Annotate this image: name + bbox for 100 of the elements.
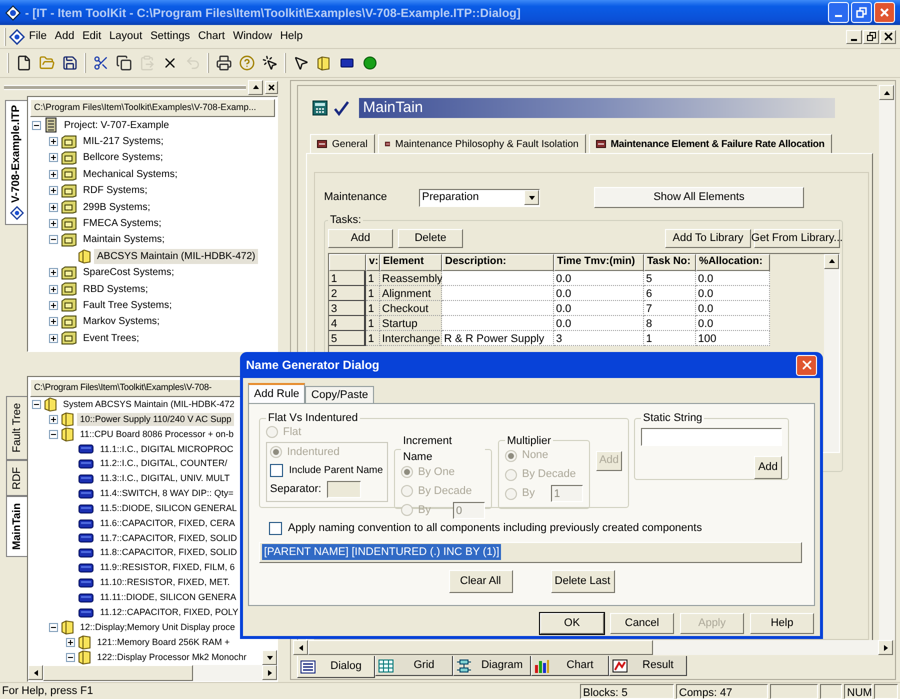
scroll-down-button[interactable] [262, 650, 277, 665]
scroll-right-button[interactable] [878, 640, 893, 655]
expander-icon[interactable] [49, 186, 58, 196]
expander-icon[interactable] [49, 430, 58, 439]
tree-item[interactable]: 11::CPU Board 8086 Processor + on-b [77, 428, 237, 442]
menu-item[interactable]: Chart [194, 28, 229, 45]
tree-item[interactable]: 11.1::I.C., DIGITAL MICROPROC [97, 442, 236, 456]
side-tab[interactable]: Fault Tree [6, 396, 27, 460]
scroll-right-button[interactable] [262, 665, 277, 680]
dialog-button[interactable]: OK [540, 613, 604, 634]
dropdown-arrow-button[interactable] [524, 190, 539, 205]
close-button[interactable] [796, 354, 817, 376]
scroll-left-button[interactable] [293, 640, 308, 655]
get-from-library-button[interactable]: Get From Library... [754, 228, 840, 248]
menu-item[interactable]: Help [276, 28, 307, 45]
mdi-minimize-button[interactable] [846, 30, 862, 44]
tree-item[interactable]: MIL-217 Systems; [80, 134, 167, 150]
mdi-close-button[interactable] [880, 30, 896, 44]
tree-item[interactable]: 299B Systems; [80, 200, 154, 215]
tab[interactable]: Copy/Paste [305, 386, 374, 403]
tree-item[interactable]: 10::Power Supply 110/240 V AC Supp [77, 412, 234, 426]
tab[interactable]: Maintenance Philosophy & Fault Isolation [378, 134, 586, 153]
tree-item[interactable]: 11.4::SWITCH, 8 WAY DIP:: Qty= [97, 487, 236, 501]
menu-item[interactable]: Layout [105, 28, 146, 45]
checkbox[interactable] [270, 464, 283, 476]
tab[interactable]: Maintenance Element & Failure Rate Allocation [588, 134, 832, 153]
tree-item[interactable]: 11.11::DIODE, SILICON GENERA [97, 590, 240, 604]
view-tab[interactable]: Dialog [297, 656, 375, 678]
minimize-button[interactable] [828, 2, 849, 23]
delete-button[interactable]: Delete [398, 228, 463, 248]
close-button[interactable] [265, 80, 278, 94]
tree-item[interactable]: System ABCSYS Maintain (MIL-HDBK-472 [60, 398, 238, 412]
expander-icon[interactable] [49, 268, 58, 278]
expander-icon[interactable] [49, 170, 58, 179]
tree-item[interactable]: 12::Display;Memory Unit Display proce [77, 620, 238, 634]
tree-item[interactable]: Fault Tree Systems; [80, 298, 175, 313]
tree-item[interactable]: RDF Systems; [80, 183, 150, 198]
expander-icon[interactable] [49, 415, 58, 424]
static-string-field[interactable] [641, 428, 782, 446]
side-tab[interactable]: RDF [6, 460, 27, 496]
expander-icon[interactable] [49, 153, 58, 162]
tree-item[interactable]: 122::Display Processor Mk2 Monochr [94, 650, 250, 664]
menu-item[interactable]: Settings [146, 28, 194, 45]
expander-icon[interactable] [49, 317, 58, 326]
tree-item[interactable]: 11.10::RESISTOR, FIXED, MET. [97, 576, 233, 590]
scroll-up-button[interactable] [824, 254, 839, 268]
tab[interactable]: General [310, 134, 375, 153]
maximize-button[interactable] [851, 2, 872, 23]
expander-icon[interactable] [66, 652, 75, 662]
tree-item[interactable]: 11.6::CAPACITOR, FIXED, CERA [97, 516, 238, 530]
delete-last-button[interactable]: Delete Last [550, 570, 614, 592]
tree-item[interactable]: 11.7::CAPACITOR, FIXED, SOLID [97, 532, 240, 546]
tree-item[interactable]: ABCSYS Maintain (MIL-HDBK-472) [94, 248, 258, 264]
tab[interactable]: Add Rule [248, 383, 306, 403]
view-tab[interactable]: Diagram [453, 656, 531, 676]
menu-item[interactable]: Window [228, 28, 276, 45]
tree-item[interactable]: 11.8::CAPACITOR, FIXED, SOLID [97, 546, 240, 560]
scrollbar-thumb[interactable] [43, 665, 193, 681]
tree-item[interactable]: 11.12::CAPACITOR, FIXED, POLY [97, 606, 242, 620]
add-button[interactable]: Add [754, 456, 782, 478]
show-all-elements-button[interactable]: Show All Elements [594, 187, 804, 208]
tree-item[interactable]: SpareCost Systems; [80, 265, 178, 280]
expander-icon[interactable] [49, 284, 58, 294]
view-tab[interactable]: Grid [375, 656, 453, 676]
tree-item[interactable]: 11.9::RESISTOR, FIXED, FILM, 6 [97, 561, 238, 575]
dialog-button[interactable]: Help [750, 613, 814, 634]
expander-icon[interactable] [49, 219, 58, 228]
expander-icon[interactable] [49, 300, 58, 310]
expander-icon[interactable] [49, 334, 58, 343]
expander-icon[interactable] [32, 400, 41, 409]
add-to-library-button[interactable]: Add To Library [665, 228, 751, 248]
side-tab[interactable]: V-708-Example.ITP [5, 100, 27, 225]
tree-item[interactable]: 11.3::I.C., DIGITAL, UNIV. MULT [97, 472, 233, 486]
tree-item[interactable]: Event Trees; [80, 330, 142, 346]
tree-item[interactable]: 11.2::I.C., DIGITAL, COUNTER/ [97, 457, 230, 471]
tree-item[interactable]: Project: V-707-Example [61, 118, 172, 133]
view-tab[interactable]: Chart [531, 656, 609, 676]
tree-item[interactable]: 121::Memory Board 256K RAM + [94, 636, 233, 650]
scroll-left-button[interactable] [28, 665, 43, 680]
dialog-button[interactable]: Cancel [610, 613, 674, 634]
tree-item[interactable]: Mechanical Systems; [80, 166, 180, 182]
expander-icon[interactable] [32, 120, 41, 130]
expander-icon[interactable] [49, 137, 58, 146]
add-button[interactable]: Add [328, 228, 393, 248]
scrollbar-thumb[interactable] [308, 640, 653, 655]
scroll-up-button[interactable] [879, 85, 894, 100]
tree-item[interactable]: Markov Systems; [80, 314, 163, 330]
menu-item[interactable]: Edit [78, 28, 106, 45]
menu-item[interactable]: File [25, 28, 51, 45]
checkbox[interactable] [269, 522, 282, 535]
expander-icon[interactable] [66, 638, 75, 647]
rule-field[interactable]: [PARENT NAME] [INDENTURED (.) INC BY (1)] [259, 542, 802, 562]
expander-icon[interactable] [49, 235, 58, 244]
collapse-button[interactable] [248, 80, 263, 94]
maintenance-dropdown[interactable]: Preparation [419, 188, 540, 206]
tree-item[interactable]: RBD Systems; [80, 282, 152, 297]
view-tab[interactable]: Result [609, 656, 687, 676]
tree-item[interactable]: Maintain Systems; [80, 232, 168, 248]
tree-item[interactable]: Bellcore Systems; [80, 150, 166, 166]
menu-item[interactable]: Add [50, 28, 78, 45]
